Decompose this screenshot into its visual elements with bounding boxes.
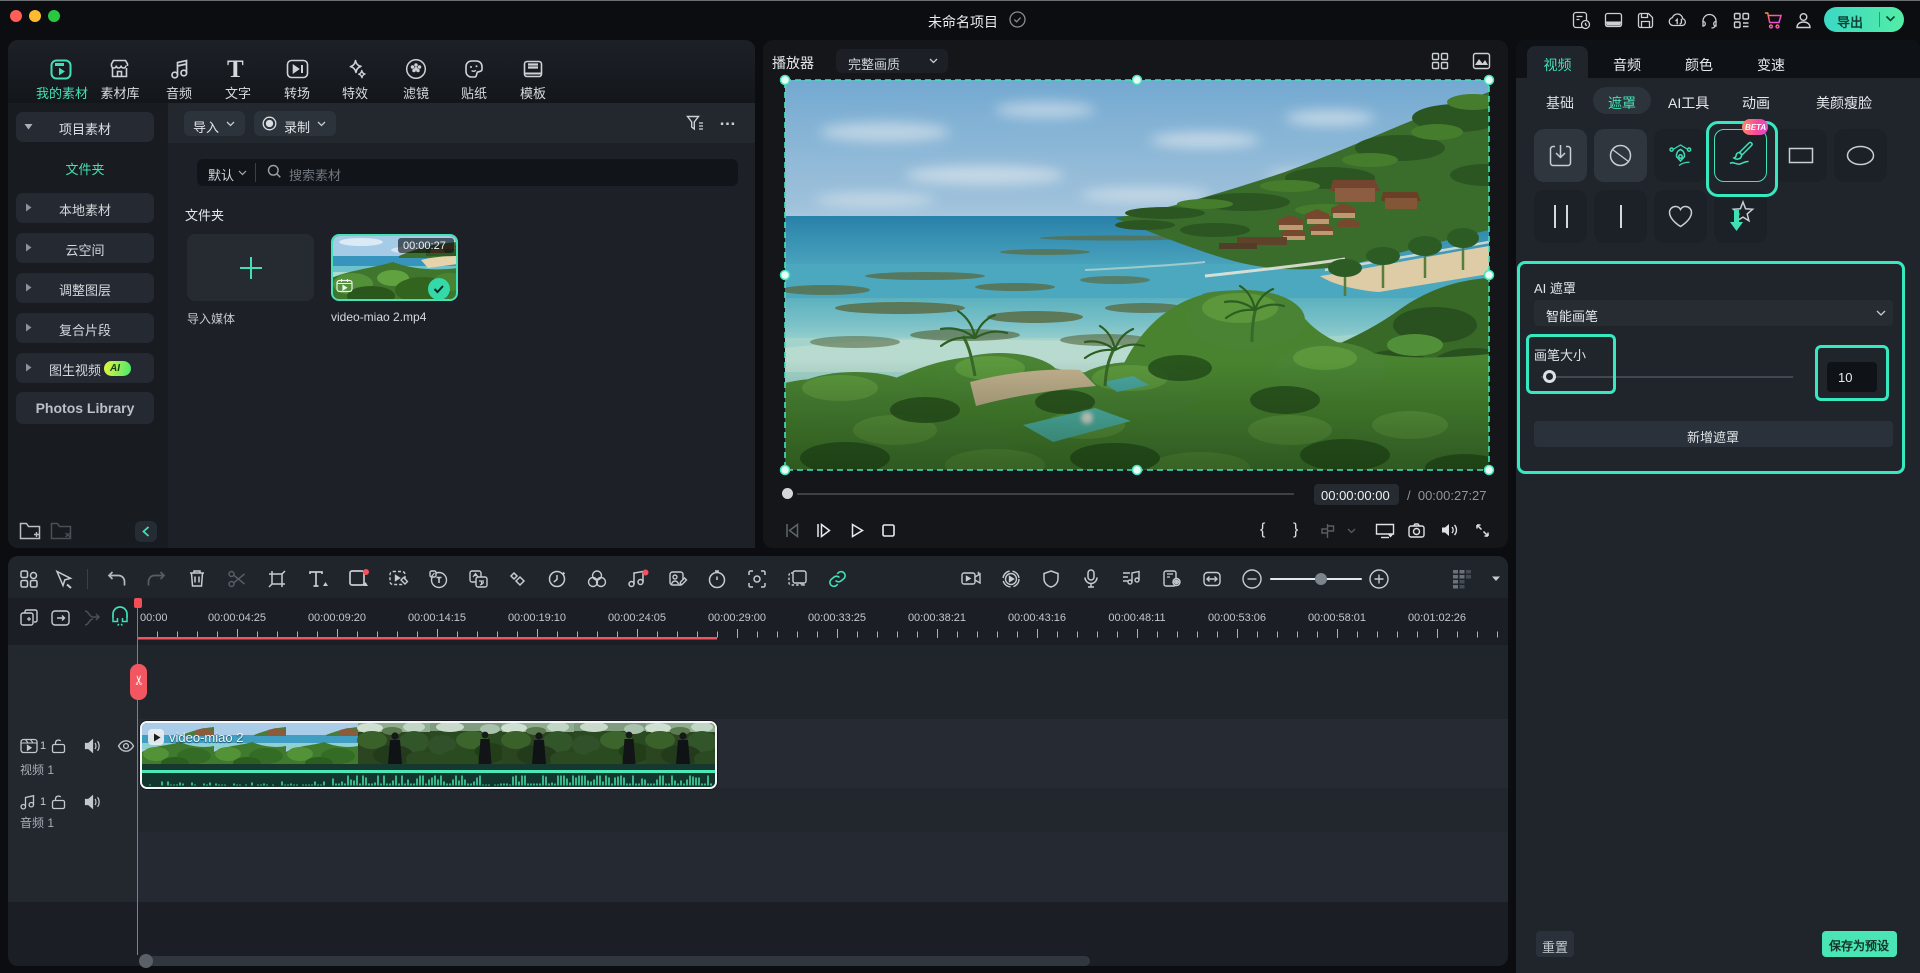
svg-text:00:00:58:01: 00:00:58:01	[1308, 612, 1366, 624]
svg-text:00:00:33:25: 00:00:33:25	[808, 612, 866, 624]
svg-text:00:00:53:06: 00:00:53:06	[1208, 612, 1266, 624]
svg-text:00:00:24:05: 00:00:24:05	[608, 612, 666, 624]
svg-text:00:01:02:26: 00:01:02:26	[1408, 612, 1466, 624]
svg-text:00:00:48:11: 00:00:48:11	[1108, 612, 1165, 624]
svg-text:00:00:19:10: 00:00:19:10	[508, 612, 566, 624]
svg-text:00:00:29:00: 00:00:29:00	[708, 612, 766, 624]
svg-text:00:00:09:20: 00:00:09:20	[308, 612, 366, 624]
svg-text:00:00: 00:00	[140, 612, 168, 624]
svg-text:00:00:04:25: 00:00:04:25	[208, 612, 266, 624]
svg-text:00:00:43:16: 00:00:43:16	[1008, 612, 1066, 624]
svg-text:00:00:14:15: 00:00:14:15	[408, 612, 466, 624]
svg-text:00:00:38:21: 00:00:38:21	[908, 612, 966, 624]
